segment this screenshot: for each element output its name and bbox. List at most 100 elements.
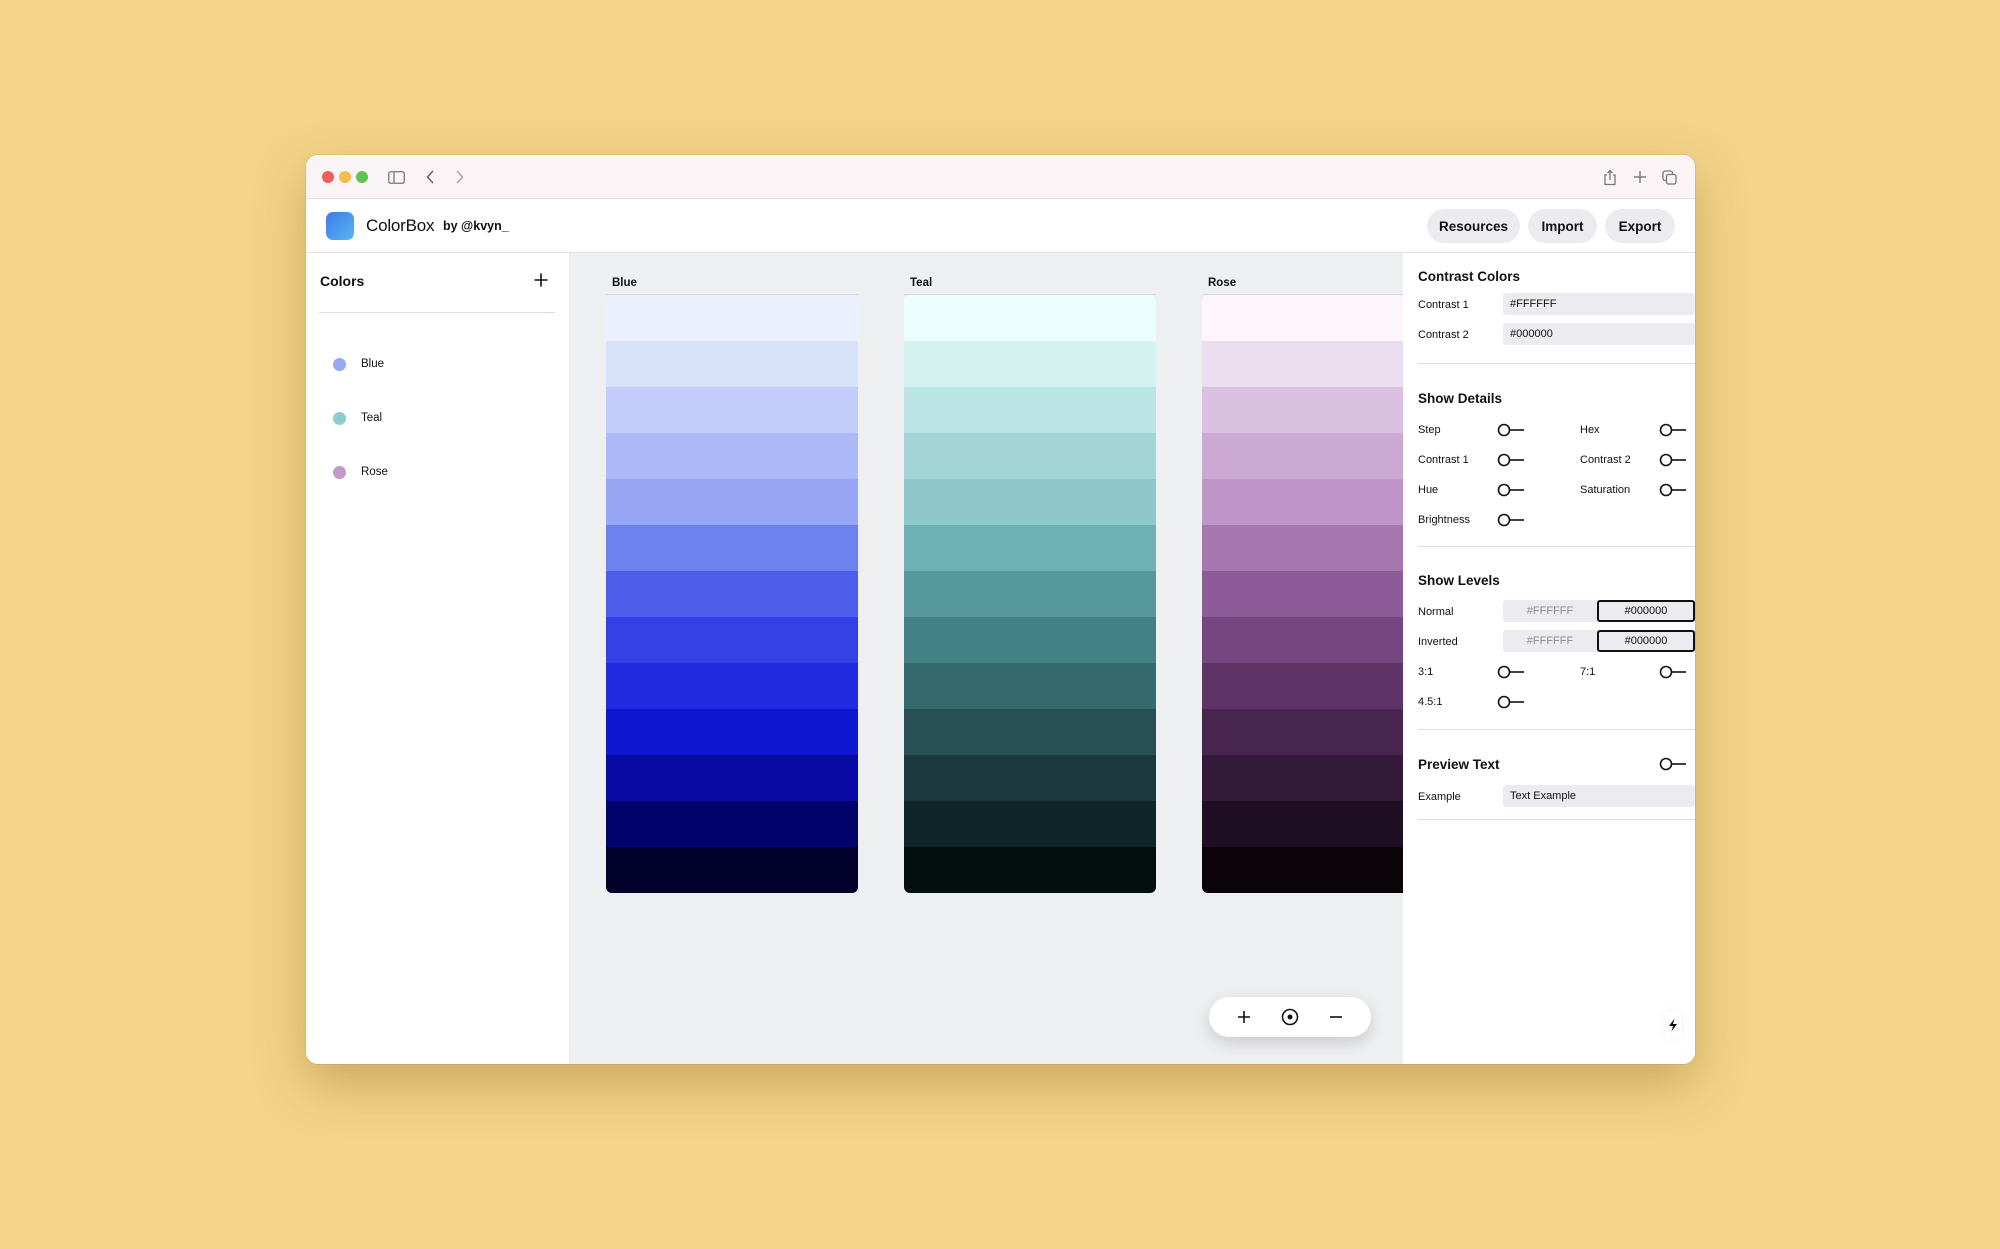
color-swatch[interactable] [1202,525,1403,571]
colorbox-logo [326,212,354,240]
color-swatch[interactable] [1202,663,1403,709]
zoom-out-icon [1330,1016,1342,1018]
color-swatch[interactable] [904,433,1156,479]
color-swatch[interactable] [1202,709,1403,755]
contrast2-input[interactable] [1503,323,1695,345]
ratio-3-toggle[interactable] [1497,665,1525,679]
palette-canvas[interactable]: Blue Teal Rose [569,253,1403,1064]
sidebar-item-teal[interactable]: Teal [319,400,555,436]
color-swatch[interactable] [904,709,1156,755]
hue-toggle[interactable] [1497,483,1525,497]
quick-actions-button[interactable] [1665,1012,1681,1038]
color-swatch[interactable] [606,525,858,571]
app-header: ColorBox by @kvyn_ Resources Import Expo… [306,199,1695,253]
share-icon[interactable] [1598,165,1622,189]
color-swatch[interactable] [606,755,858,801]
app-author[interactable]: by @kvyn_ [443,219,509,233]
color-swatch[interactable] [904,755,1156,801]
color-swatch[interactable] [1202,801,1403,847]
color-swatch[interactable] [606,433,858,479]
brightness-label: Brightness [1418,514,1470,526]
color-swatch[interactable] [904,525,1156,571]
toggle-off-icon [1659,757,1686,771]
color-swatch[interactable] [904,341,1156,387]
hex-toggle[interactable] [1659,423,1687,437]
color-swatch[interactable] [1202,479,1403,525]
toggle-off-icon [1659,453,1686,467]
section-divider [1418,729,1695,730]
toggle-off-icon [1659,665,1686,679]
sidebar-divider [319,312,555,313]
back-icon[interactable] [418,165,442,189]
contrast2-toggle[interactable] [1659,453,1687,467]
palette-teal: Teal [904,277,1156,893]
color-swatch[interactable] [1202,847,1403,893]
color-swatch[interactable] [1202,755,1403,801]
toggle-off-icon [1497,665,1524,679]
resources-button[interactable]: Resources [1427,209,1520,243]
color-swatch[interactable] [606,295,858,341]
color-swatch[interactable] [904,387,1156,433]
ratio-7-toggle[interactable] [1659,665,1687,679]
color-swatch[interactable] [606,479,858,525]
color-swatch[interactable] [1202,571,1403,617]
close-window-button[interactable] [322,171,334,183]
forward-icon[interactable] [448,165,472,189]
maximize-window-button[interactable] [356,171,368,183]
color-swatch[interactable] [606,709,858,755]
color-swatch[interactable] [606,571,858,617]
color-swatch[interactable] [904,801,1156,847]
preview-text-toggle[interactable] [1659,757,1687,771]
color-swatch[interactable] [606,847,858,893]
color-swatch[interactable] [904,617,1156,663]
import-button[interactable]: Import [1528,209,1597,243]
color-swatch[interactable] [904,663,1156,709]
step-toggle[interactable] [1497,423,1525,437]
zoom-in-button[interactable] [1230,1003,1258,1031]
palette-name: Rose [1208,277,1237,289]
color-swatch[interactable] [606,663,858,709]
color-swatch[interactable] [1202,617,1403,663]
step-label: Step [1418,424,1441,436]
toggle-off-icon [1659,483,1686,497]
new-tab-icon[interactable] [1628,165,1652,189]
sidebar-toggle-icon[interactable] [384,165,408,189]
color-swatch[interactable] [1202,295,1403,341]
zoom-out-button[interactable] [1322,1003,1350,1031]
example-text-input[interactable] [1503,785,1695,807]
recenter-button[interactable] [1276,1003,1304,1031]
tabs-overview-icon[interactable] [1657,165,1681,189]
color-swatch[interactable] [606,341,858,387]
minimize-window-button[interactable] [339,171,351,183]
normal-black-option[interactable]: #000000 [1597,600,1695,622]
color-swatch[interactable] [904,295,1156,341]
color-swatch[interactable] [606,387,858,433]
browser-toolbar [306,155,1695,199]
contrast1-input[interactable] [1503,293,1695,315]
toggle-off-icon [1497,695,1524,709]
sidebar-item-rose[interactable]: Rose [319,454,555,490]
brightness-toggle[interactable] [1497,513,1525,527]
section-divider [1418,819,1695,820]
sidebar-item-blue[interactable]: Blue [319,346,555,382]
color-swatch[interactable] [1202,387,1403,433]
example-label: Example [1418,791,1461,803]
ratio-4-5-toggle[interactable] [1497,695,1525,709]
inverted-label: Inverted [1418,636,1458,648]
color-swatch[interactable] [904,479,1156,525]
palette-name: Blue [612,277,637,289]
color-swatch[interactable] [904,847,1156,893]
normal-white-option[interactable]: #FFFFFF [1503,600,1597,622]
saturation-toggle[interactable] [1659,483,1687,497]
export-button[interactable]: Export [1605,209,1675,243]
color-swatch[interactable] [606,617,858,663]
inverted-white-option[interactable]: #FFFFFF [1503,630,1597,652]
add-color-button[interactable] [530,269,552,291]
color-swatch[interactable] [1202,433,1403,479]
inverted-black-option[interactable]: #000000 [1597,630,1695,652]
color-swatch[interactable] [606,801,858,847]
color-swatch[interactable] [1202,341,1403,387]
contrast-colors-title: Contrast Colors [1418,269,1521,284]
color-swatch[interactable] [904,571,1156,617]
contrast1-toggle[interactable] [1497,453,1525,467]
